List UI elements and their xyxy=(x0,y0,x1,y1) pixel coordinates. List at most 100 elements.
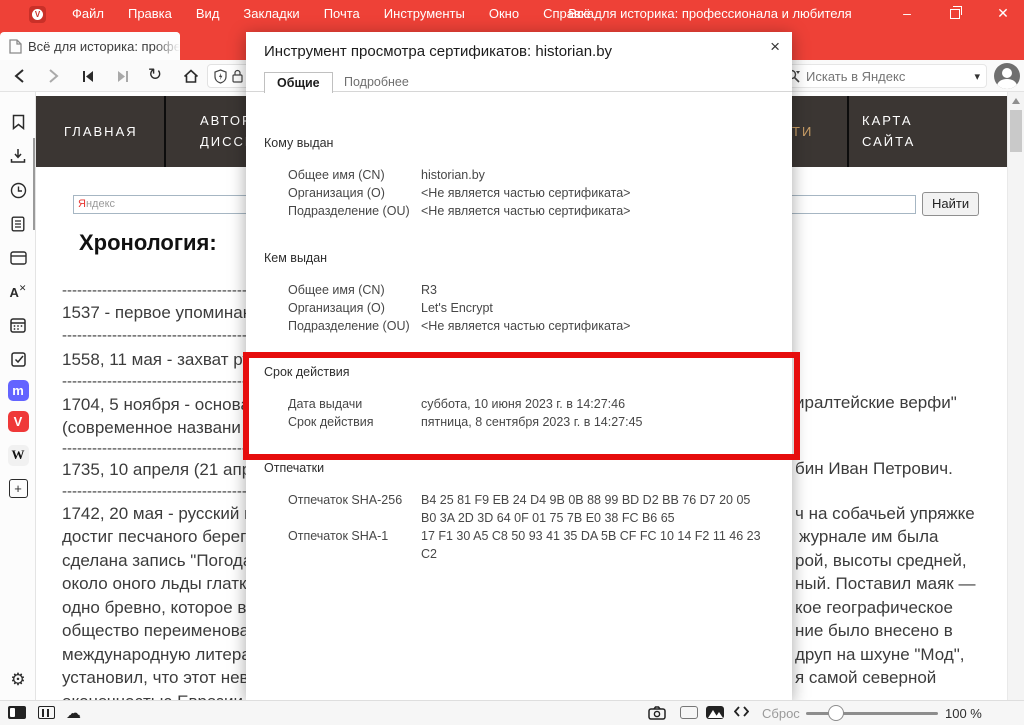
notes-panel-icon[interactable] xyxy=(7,213,29,235)
wikipedia-webpanel-icon[interactable]: W xyxy=(7,444,29,466)
browser-window: V Файл Правка Вид Закладки Почта Инструм… xyxy=(0,0,1024,725)
forward-button[interactable] xyxy=(42,66,64,86)
page-icon xyxy=(9,39,22,54)
vivaldi-logo-icon[interactable]: V xyxy=(29,6,46,23)
fragment-line: рой, высоты средней, xyxy=(795,551,1003,571)
nav-link-home[interactable]: ГЛАВНАЯ xyxy=(64,121,138,142)
cert-label: Организация (O) xyxy=(288,299,421,317)
page-scrollbar[interactable] xyxy=(1007,92,1024,700)
tab-general[interactable]: Общие xyxy=(264,72,333,93)
history-panel-icon[interactable] xyxy=(7,179,29,201)
profile-avatar[interactable] xyxy=(994,63,1020,89)
fast-forward-button[interactable] xyxy=(111,66,133,86)
fragment-line: журнале им была xyxy=(799,527,1003,547)
page-source-icon[interactable] xyxy=(734,706,749,717)
zoom-reset-button[interactable]: Сброс xyxy=(762,706,800,721)
panel-toggle-icon[interactable] xyxy=(8,706,26,719)
status-bar: ☁ Сброс 100 % xyxy=(0,700,1024,725)
fragment-line: я самой северной xyxy=(795,668,1003,688)
search-placeholder: Искать в Яндекс xyxy=(806,69,968,84)
windows-panel-icon[interactable] xyxy=(7,247,29,269)
fragment-line: кое географическое xyxy=(795,598,1003,618)
search-input[interactable]: Искать в Яндекс ▾ xyxy=(779,64,987,88)
menu-file[interactable]: Файл xyxy=(60,0,116,28)
fragment-line: ч на собачьей упряжке xyxy=(795,504,1003,524)
cert-label: Отпечаток SHA-256 xyxy=(288,491,421,527)
page-actions-icon[interactable] xyxy=(680,706,698,719)
sync-cloud-icon[interactable]: ☁ xyxy=(66,704,81,722)
add-webpanel-icon[interactable]: + xyxy=(7,477,29,499)
scroll-up-arrow[interactable] xyxy=(1012,98,1020,104)
dialog-title: Инструмент просмотра сертификатов: histo… xyxy=(264,43,612,60)
shield-icon[interactable] xyxy=(214,69,227,84)
back-button[interactable] xyxy=(8,66,30,86)
capture-camera-icon[interactable] xyxy=(648,706,666,720)
menu-view[interactable]: Вид xyxy=(184,0,232,28)
rewind-button[interactable] xyxy=(77,66,99,86)
cert-value: historian.by xyxy=(421,166,763,184)
cert-value: <Не является частью сертификата> xyxy=(421,184,763,202)
search-engine-dropdown[interactable]: ▾ xyxy=(974,70,980,83)
lock-icon xyxy=(232,69,243,83)
cert-label: Общее имя (CN) xyxy=(288,281,421,299)
reload-button[interactable]: ↻ xyxy=(144,65,166,85)
bookmarks-panel-icon[interactable] xyxy=(7,111,29,133)
cert-label: Подразделение (OU) xyxy=(288,317,421,335)
settings-gear-icon[interactable]: ⚙ xyxy=(7,669,29,691)
scrollbar-thumb[interactable] xyxy=(1010,110,1022,152)
paragraph-line: около оного льды глатк xyxy=(62,574,246,594)
panel-sidebar: A✕ m V W + ⚙ xyxy=(0,92,36,700)
section-fingerprints: Отпечатки xyxy=(264,461,324,475)
paragraph-line: 1742, 20 мая - русский п xyxy=(62,504,246,524)
mastodon-panel-icon[interactable]: m xyxy=(7,379,29,401)
paragraph-line: одно бревно, которое в xyxy=(62,598,246,618)
restore-button[interactable] xyxy=(938,0,972,28)
cert-value: Let's Encrypt xyxy=(421,299,763,317)
cert-value: 17 F1 30 A5 C8 50 93 41 35 DA 5B CF FC 1… xyxy=(421,527,763,563)
vivaldi-webpanel-icon[interactable]: V xyxy=(7,410,29,432)
zoom-slider[interactable] xyxy=(806,712,938,715)
images-toggle-icon[interactable] xyxy=(706,706,724,719)
tab-active[interactable]: Всё для историка: профес xyxy=(0,32,180,60)
zoom-slider-knob[interactable] xyxy=(828,705,844,721)
paragraph-line: общество переименова xyxy=(62,621,246,641)
fragment-line: ный. Поставил маяк — xyxy=(795,574,1003,594)
cert-label: Подразделение (OU) xyxy=(288,202,421,220)
close-window-button[interactable]: ✕ xyxy=(986,0,1020,28)
fragment-line: иралтейские верфи" xyxy=(795,393,1003,413)
calendar-panel-icon[interactable] xyxy=(7,314,29,336)
paragraph-line: международную литера xyxy=(62,645,246,665)
cert-value: <Не является частью сертификата> xyxy=(421,317,763,335)
cert-label: Общее имя (CN) xyxy=(288,166,421,184)
translate-panel-icon[interactable]: A✕ xyxy=(7,281,29,303)
tiling-icon[interactable] xyxy=(38,706,55,719)
dialog-close-icon[interactable]: × xyxy=(770,37,780,57)
fragment-line: бин Иван Петрович. xyxy=(795,459,1003,479)
find-button[interactable]: Найти xyxy=(922,192,979,216)
window-title: Всё для историка: профессионала и любите… xyxy=(520,0,900,28)
nav-link-sitemap[interactable]: КАРТАСАЙТА xyxy=(862,110,915,152)
menu-tools[interactable]: Инструменты xyxy=(372,0,477,28)
timeline-entry: 1704, 5 ноября - основа xyxy=(62,395,246,415)
home-button[interactable] xyxy=(180,66,202,86)
paragraph-line: достиг песчаного берег xyxy=(62,527,246,547)
menu-bookmarks[interactable]: Закладки xyxy=(231,0,311,28)
menu-edit[interactable]: Правка xyxy=(116,0,184,28)
cert-value: R3 xyxy=(421,281,763,299)
menu-mail[interactable]: Почта xyxy=(312,0,372,28)
cert-value: B4 25 81 F9 EB 24 D4 9B 0B 88 99 BD D2 B… xyxy=(421,491,763,527)
cert-label: Отпечаток SHA-1 xyxy=(288,527,421,563)
cert-label: Организация (O) xyxy=(288,184,421,202)
timeline-entry: 1558, 11 мая - захват ру xyxy=(62,350,246,370)
tab-details[interactable]: Подробнее xyxy=(332,73,421,92)
fragment-line: ние было внесено в xyxy=(795,621,1003,641)
timeline-entry: 1537 - первое упоминан xyxy=(62,303,246,323)
tasks-panel-icon[interactable] xyxy=(7,348,29,370)
nav-link-news[interactable]: ТИ xyxy=(792,121,813,142)
downloads-panel-icon[interactable] xyxy=(7,145,29,167)
minimize-button[interactable]: – xyxy=(890,0,924,28)
timeline-entry: (современное названи xyxy=(62,418,246,438)
paragraph-line: сделана запись "Погода xyxy=(62,551,246,571)
paragraph-line: оконечностью Евразии xyxy=(62,692,246,700)
timeline-entry: 1735, 10 апреля (21 апр xyxy=(62,460,246,480)
